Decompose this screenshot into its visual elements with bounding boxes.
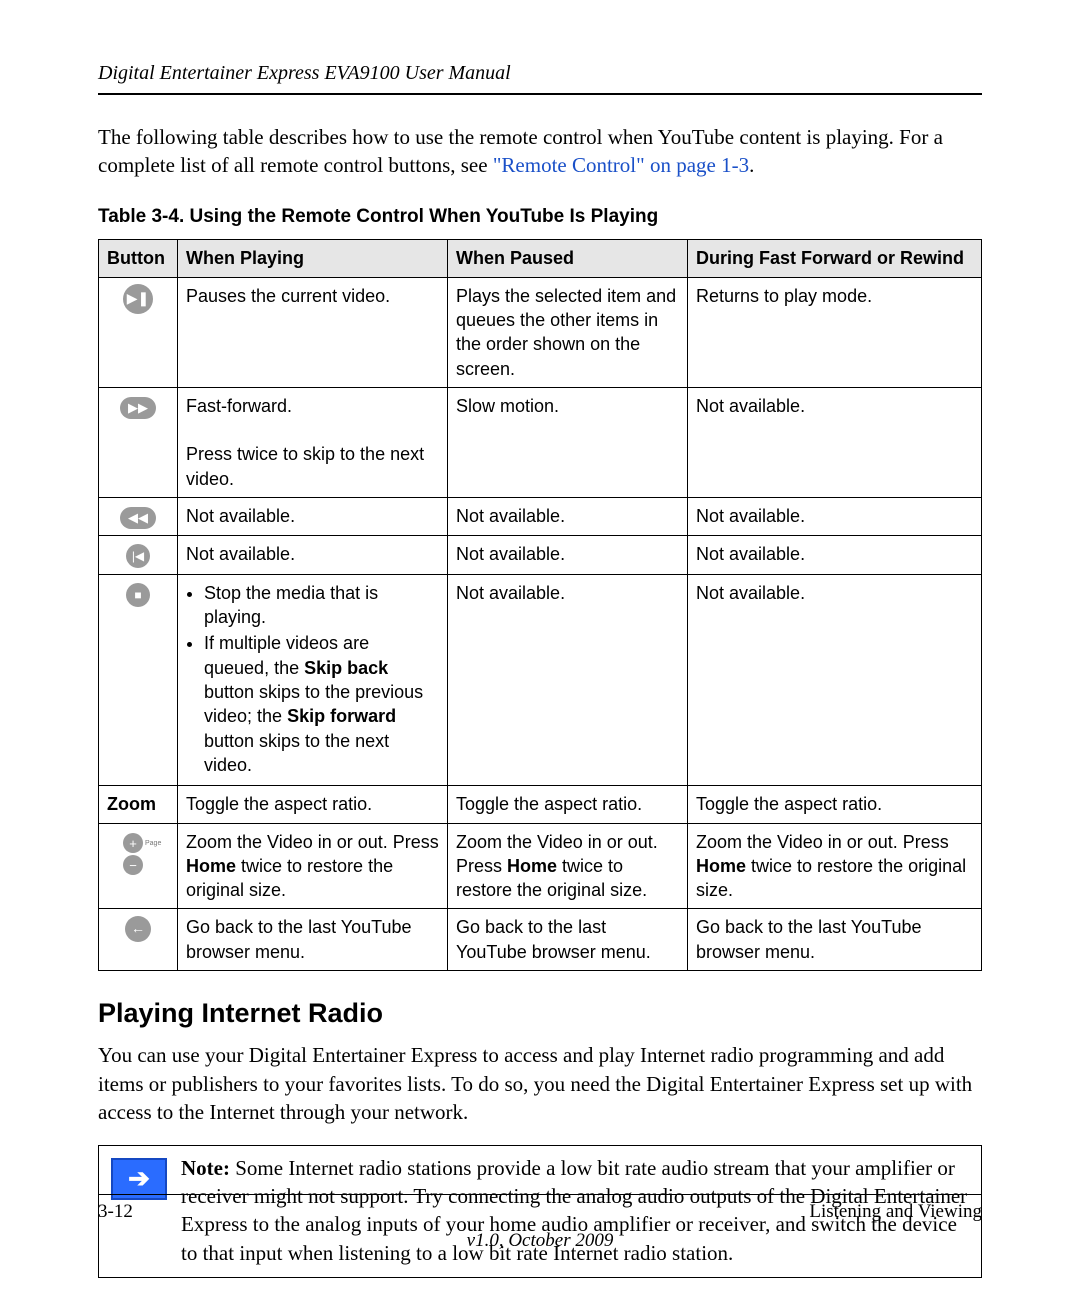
remote-control-table: Button When Playing When Paused During F… (98, 239, 982, 971)
home-label: Home (696, 856, 746, 876)
footer-section: Listening and Viewing (809, 1199, 982, 1225)
cell-paused: Not available. (448, 498, 688, 536)
cell-playing: Not available. (178, 535, 448, 574)
cell-paused: Toggle the aspect ratio. (448, 786, 688, 823)
table-row: ▶❚ Pauses the current video. Plays the s… (99, 277, 982, 387)
skip-back-icon: |◀ (126, 544, 150, 568)
button-cell: ◀◀ (99, 498, 178, 536)
section-heading: Playing Internet Radio (98, 995, 982, 1031)
button-cell: |◀ (99, 535, 178, 574)
cell-playing: Toggle the aspect ratio. (178, 786, 448, 823)
intro-paragraph: The following table describes how to use… (98, 123, 982, 180)
table-caption: Table 3-4. Using the Remote Control When… (98, 204, 982, 230)
cell-playing: Pauses the current video. (178, 277, 448, 387)
button-cell: ← (99, 909, 178, 971)
table-row: +Page − Zoom the Video in or out. Press … (99, 823, 982, 909)
play-pause-icon: ▶❚ (123, 284, 153, 314)
page-footer: 3-12 Listening and Viewing v1.0, October… (98, 1194, 982, 1254)
cell-ffrw: Not available. (688, 387, 982, 497)
stop-bullet-1: Stop the media that is playing. (204, 581, 439, 630)
home-label: Home (186, 856, 236, 876)
stop-b2-post: button skips to the next video. (204, 731, 389, 775)
page-number: 3-12 (98, 1199, 133, 1225)
col-playing: When Playing (178, 240, 448, 277)
cell-ffrw: Returns to play mode. (688, 277, 982, 387)
cell-playing: Zoom the Video in or out. Press Home twi… (178, 823, 448, 909)
stop-bullet-2: If multiple videos are queued, the Skip … (204, 631, 439, 777)
back-icon: ← (125, 916, 151, 942)
stop-icon: ■ (126, 583, 150, 607)
home-label: Home (507, 856, 557, 876)
table-row: ← Go back to the last YouTube browser me… (99, 909, 982, 971)
cell-playing: Stop the media that is playing. If multi… (178, 574, 448, 785)
fast-forward-icon: ▶▶ (120, 397, 156, 419)
cell-paused: Plays the selected item and queues the o… (448, 277, 688, 387)
zoom-ff-pre: Zoom the Video in or out. Press (696, 832, 949, 852)
cell-playing: Fast-forward. Press twice to skip to the… (178, 387, 448, 497)
col-button: Button (99, 240, 178, 277)
button-cell: ■ (99, 574, 178, 785)
zoom-label: Zoom (99, 786, 178, 823)
cell-ffrw: Zoom the Video in or out. Press Home twi… (688, 823, 982, 909)
table-row: Zoom Toggle the aspect ratio. Toggle the… (99, 786, 982, 823)
ff-line2: Press twice to skip to the next video. (186, 444, 424, 488)
cell-playing: Not available. (178, 498, 448, 536)
cell-paused: Not available. (448, 535, 688, 574)
skip-back-label: Skip back (304, 658, 388, 678)
remote-control-link[interactable]: "Remote Control" on page 1-3 (493, 153, 749, 177)
table-row: |◀ Not available. Not available. Not ava… (99, 535, 982, 574)
cell-paused: Zoom the Video in or out. Press Home twi… (448, 823, 688, 909)
zoom-in-out-icon: +Page − (123, 833, 153, 875)
table-header-row: Button When Playing When Paused During F… (99, 240, 982, 277)
cell-ffrw: Not available. (688, 498, 982, 536)
cell-paused: Not available. (448, 574, 688, 785)
button-cell: +Page − (99, 823, 178, 909)
button-cell: ▶▶ (99, 387, 178, 497)
rewind-icon: ◀◀ (120, 507, 156, 529)
cell-ffrw: Not available. (688, 574, 982, 785)
cell-ffrw: Toggle the aspect ratio. (688, 786, 982, 823)
table-row: ■ Stop the media that is playing. If mul… (99, 574, 982, 785)
cell-playing: Go back to the last YouTube browser menu… (178, 909, 448, 971)
skip-forward-label: Skip forward (287, 706, 396, 726)
cell-paused: Slow motion. (448, 387, 688, 497)
zoom-play-pre: Zoom the Video in or out. Press (186, 832, 439, 852)
col-paused: When Paused (448, 240, 688, 277)
button-cell: ▶❚ (99, 277, 178, 387)
table-row: ◀◀ Not available. Not available. Not ava… (99, 498, 982, 536)
footer-version: v1.0, October 2009 (98, 1228, 982, 1254)
cell-ffrw: Go back to the last YouTube browser menu… (688, 909, 982, 971)
note-label: Note: (181, 1156, 230, 1180)
intro-text-end: . (749, 153, 754, 177)
cell-ffrw: Not available. (688, 535, 982, 574)
cell-paused: Go back to the last YouTube browser menu… (448, 909, 688, 971)
ff-line1: Fast-forward. (186, 396, 292, 416)
page-header: Digital Entertainer Express EVA9100 User… (98, 60, 982, 95)
table-row: ▶▶ Fast-forward. Press twice to skip to … (99, 387, 982, 497)
manual-page: Digital Entertainer Express EVA9100 User… (0, 0, 1080, 1296)
section-body: You can use your Digital Entertainer Exp… (98, 1041, 982, 1126)
col-ffrw: During Fast Forward or Rewind (688, 240, 982, 277)
